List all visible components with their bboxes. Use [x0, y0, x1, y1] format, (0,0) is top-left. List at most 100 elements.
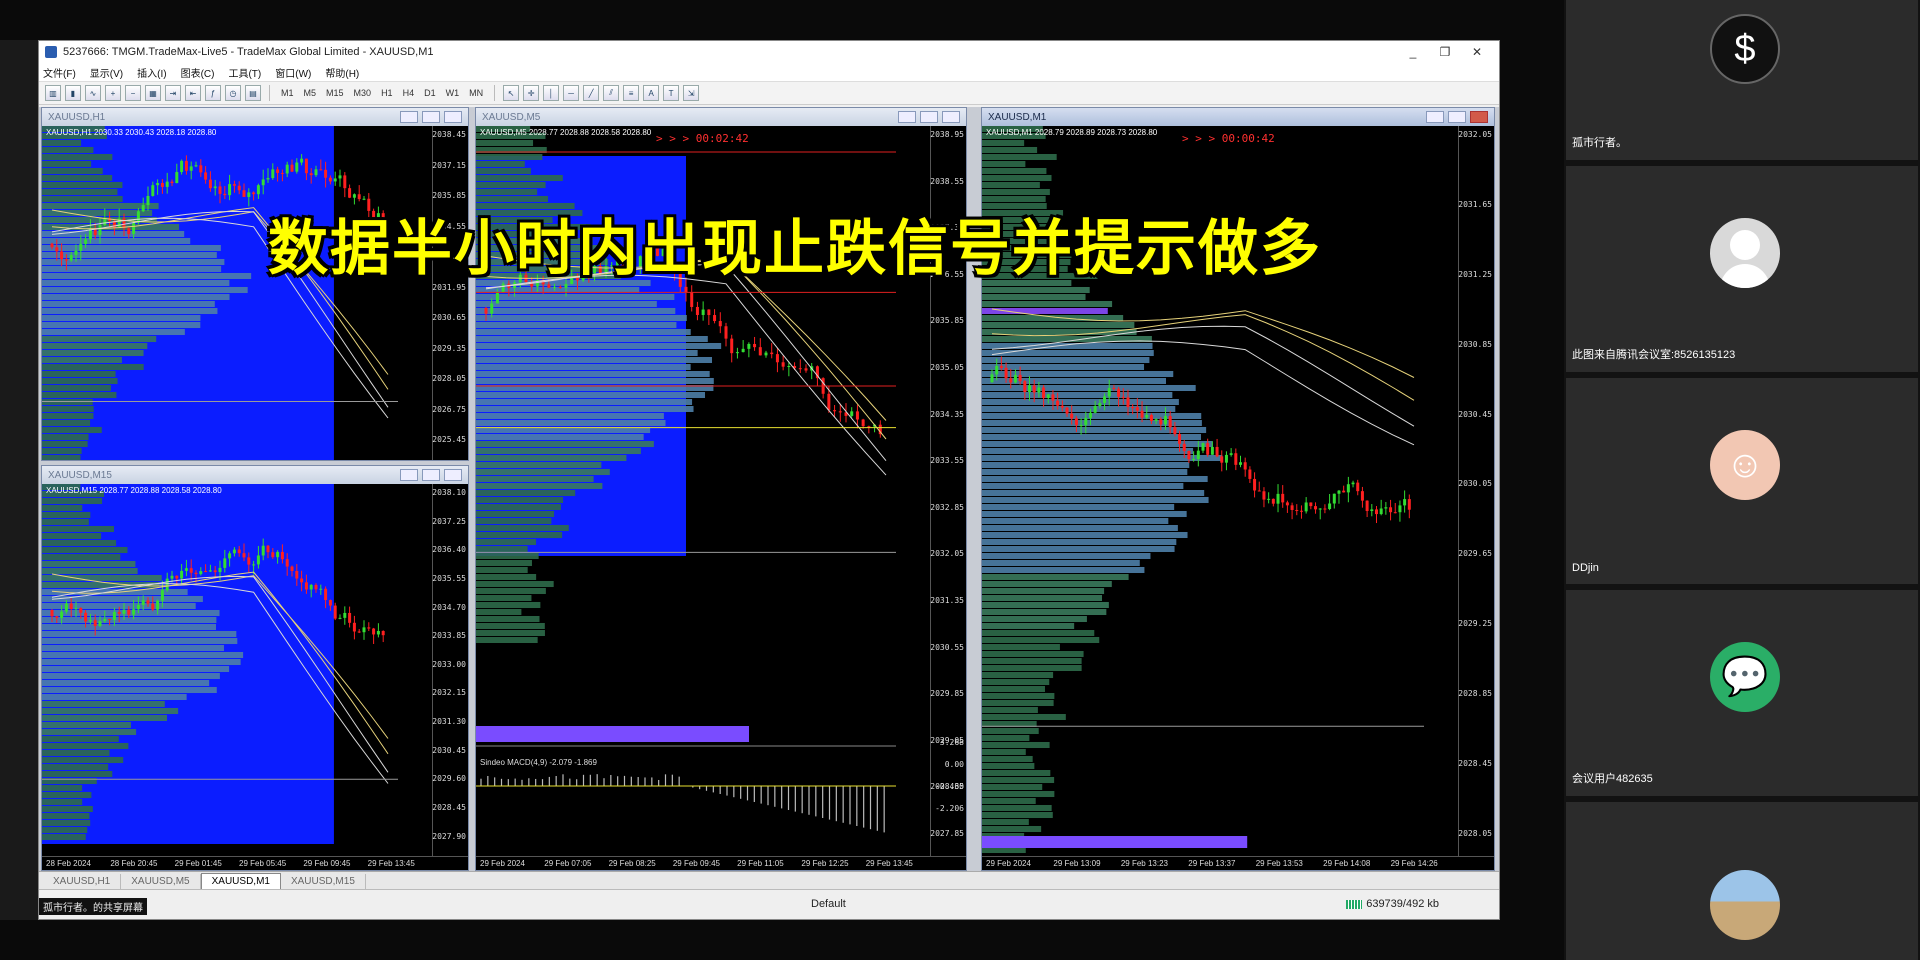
- chart-canvas[interactable]: XAUUSD,H1 2030.33 2030.43 2028.18 2028.8…: [42, 126, 468, 460]
- tf-m5-button[interactable]: M5: [301, 88, 320, 98]
- close-button[interactable]: [444, 469, 462, 481]
- tab-xauusd-h1[interactable]: XAUUSD,H1: [43, 874, 122, 889]
- candle-body: [295, 570, 299, 579]
- participant-name: DDjin: [1572, 562, 1599, 574]
- templates-icon[interactable]: ▤: [245, 85, 261, 101]
- price-tick-label: 2028.05: [432, 374, 466, 384]
- text-label-icon[interactable]: T: [663, 85, 680, 101]
- volume-profile-bar: [982, 686, 1045, 692]
- minimize-button[interactable]: _: [1397, 45, 1429, 59]
- tf-m30-button[interactable]: M30: [351, 88, 375, 98]
- close-button[interactable]: [444, 111, 462, 123]
- tf-w1-button[interactable]: W1: [443, 88, 463, 98]
- bar-chart-icon[interactable]: ▥: [45, 85, 61, 101]
- participant-tile[interactable]: [1566, 802, 1918, 960]
- maximize-button[interactable]: [422, 111, 440, 123]
- minimize-button[interactable]: [898, 111, 916, 123]
- candle-body: [1103, 396, 1107, 404]
- tf-m1-button[interactable]: M1: [278, 88, 297, 98]
- candle-body: [218, 186, 222, 194]
- menu-view[interactable]: 显示(V): [90, 65, 123, 80]
- zoom-out-icon[interactable]: −: [125, 85, 141, 101]
- menu-tools[interactable]: 工具(T): [228, 65, 261, 80]
- minimize-button[interactable]: [400, 111, 418, 123]
- trendline-icon[interactable]: ╱: [583, 85, 600, 101]
- candle-body: [175, 575, 179, 579]
- crosshair-icon[interactable]: ✛: [523, 85, 540, 101]
- restore-button[interactable]: ❐: [1429, 45, 1461, 59]
- participant-tile[interactable]: 此图来自腾讯会议室:8526135123: [1566, 166, 1918, 372]
- volume-profile-bar: [982, 707, 1038, 713]
- tf-h4-button[interactable]: H4: [400, 88, 418, 98]
- chart-canvas[interactable]: XAUUSD,M15 2028.77 2028.88 2028.58 2028.…: [42, 484, 468, 870]
- menu-window[interactable]: 窗口(W): [275, 65, 311, 80]
- close-button[interactable]: ✕: [1461, 45, 1493, 59]
- candle-body: [1337, 490, 1341, 494]
- minimize-button[interactable]: [400, 469, 418, 481]
- price-tick-label: 2034.70: [432, 602, 466, 612]
- volume-profile-bar: [476, 308, 676, 314]
- volume-profile-bar: [42, 708, 179, 714]
- tab-xauusd-m1[interactable]: XAUUSD,M1: [200, 873, 281, 889]
- volume-profile-bar: [982, 616, 1087, 622]
- volume-profile-bar: [476, 532, 563, 538]
- tf-m15-button[interactable]: M15: [323, 88, 347, 98]
- chart-window-m15[interactable]: XAUUSD,M15 XAUUSD,M15 2028.77 2028.88 20…: [41, 465, 469, 871]
- volume-profile-bar: [42, 701, 165, 707]
- periods-icon[interactable]: ◷: [225, 85, 241, 101]
- maximize-button[interactable]: [422, 469, 440, 481]
- candle-body: [1365, 500, 1369, 512]
- maximize-button[interactable]: [920, 111, 938, 123]
- minimize-button[interactable]: [1426, 111, 1444, 123]
- volume-profile-bar: [42, 259, 225, 265]
- participant-tile[interactable]: 💬 会议用户482635: [1566, 590, 1918, 796]
- candle-body: [74, 250, 78, 255]
- volume-profile-bar: [982, 770, 1051, 776]
- volume-profile-bar: [476, 294, 675, 300]
- volume-profile-bar: [42, 771, 113, 777]
- autoscroll-icon[interactable]: ⇥: [165, 85, 181, 101]
- zoom-in-icon[interactable]: +: [105, 85, 121, 101]
- volume-profile-bar: [476, 168, 531, 174]
- candle-body: [103, 618, 107, 622]
- participant-tile[interactable]: $ 孤市行者。: [1566, 0, 1918, 160]
- chart-window-titlebar: XAUUSD,H1: [42, 108, 468, 126]
- volume-profile-bar: [476, 469, 610, 475]
- chart-shift-icon[interactable]: ⇤: [185, 85, 201, 101]
- menu-insert[interactable]: 插入(I): [137, 65, 166, 80]
- menu-help[interactable]: 帮助(H): [325, 65, 359, 80]
- candle-body: [1084, 417, 1088, 426]
- tab-xauusd-m5[interactable]: XAUUSD,M5: [121, 874, 201, 889]
- text-icon[interactable]: A: [643, 85, 660, 101]
- cursor-icon[interactable]: ↖: [503, 85, 520, 101]
- candle-chart-icon[interactable]: ▮: [65, 85, 81, 101]
- volume-profile-bar: [476, 609, 522, 615]
- volume-profile-bar: [42, 406, 94, 412]
- volume-profile-bar: [982, 602, 1109, 608]
- tf-h1-button[interactable]: H1: [378, 88, 396, 98]
- indicators-icon[interactable]: ƒ: [205, 85, 221, 101]
- price-tick-label: 2038.95: [930, 130, 964, 139]
- horizontal-line-icon[interactable]: ─: [563, 85, 580, 101]
- arrows-icon[interactable]: ⇲: [683, 85, 700, 101]
- menu-file[interactable]: 文件(F): [43, 65, 76, 80]
- menu-charts[interactable]: 图表(C): [181, 65, 215, 80]
- fibonacci-icon[interactable]: ≡: [623, 85, 640, 101]
- tile-windows-icon[interactable]: ▦: [145, 85, 161, 101]
- tf-mn-button[interactable]: MN: [466, 88, 486, 98]
- line-chart-icon[interactable]: ∿: [85, 85, 101, 101]
- candle-body: [290, 164, 294, 172]
- candle-body: [276, 169, 280, 173]
- maximize-button[interactable]: [1448, 111, 1466, 123]
- close-button[interactable]: [942, 111, 960, 123]
- chart-window-titlebar: XAUUSD,M5: [476, 108, 966, 126]
- vertical-line-icon[interactable]: │: [543, 85, 560, 101]
- tf-d1-button[interactable]: D1: [421, 88, 439, 98]
- tab-xauusd-m15[interactable]: XAUUSD,M15: [281, 874, 366, 889]
- volume-profile-bar: [982, 399, 1179, 405]
- volume-profile-bar: [982, 490, 1205, 496]
- volume-profile-bar: [476, 420, 666, 426]
- close-button[interactable]: [1470, 111, 1488, 123]
- channel-icon[interactable]: ⫽: [603, 85, 620, 101]
- participant-tile[interactable]: ☺ DDjin: [1566, 378, 1918, 584]
